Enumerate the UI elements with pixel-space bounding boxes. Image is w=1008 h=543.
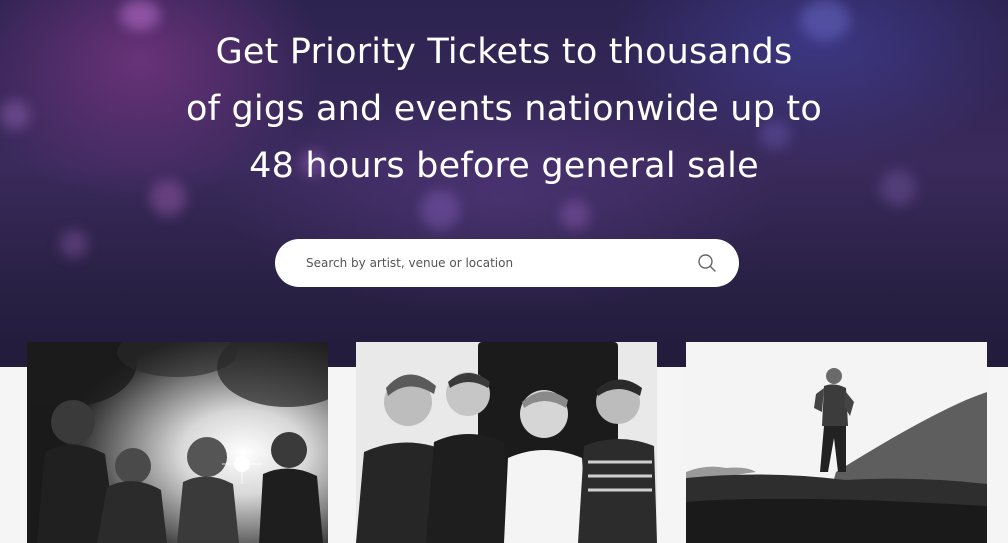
- search-bar: [275, 239, 739, 287]
- band-photo-backlit-trees: [27, 342, 328, 543]
- headline-line-1: Get Priority Tickets to thousands: [215, 32, 793, 72]
- headline-line-2: of gigs and events nationwide up to: [186, 89, 822, 129]
- event-card-3[interactable]: [686, 342, 987, 543]
- hero-headline: Get Priority Tickets to thousands of gig…: [0, 24, 1008, 195]
- search-input[interactable]: [306, 256, 697, 270]
- band-photo-four-members-group: [356, 342, 657, 543]
- headline-line-3: 48 hours before general sale: [249, 146, 759, 186]
- artist-photo-standing-on-hill: [686, 342, 987, 543]
- event-card-1[interactable]: [27, 342, 328, 543]
- event-card-2[interactable]: [356, 342, 657, 543]
- search-icon[interactable]: [697, 253, 717, 273]
- hero-banner: Get Priority Tickets to thousands of gig…: [0, 0, 1008, 367]
